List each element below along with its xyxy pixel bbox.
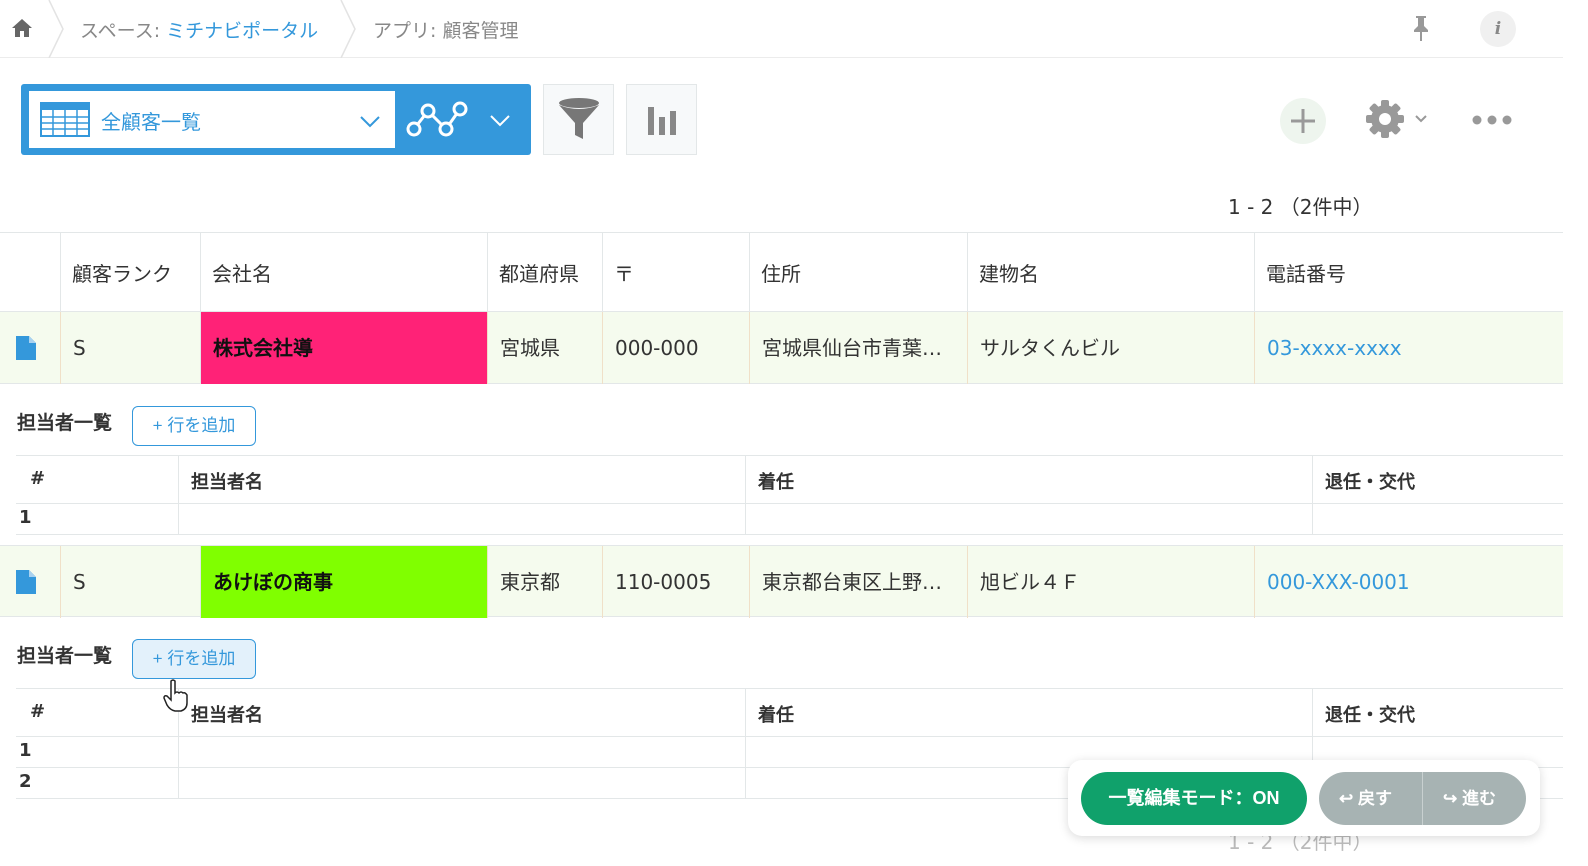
subheader-number: #: [30, 701, 46, 722]
cell-phone[interactable]: 000-XXX-0001: [1254, 546, 1563, 618]
add-row-button[interactable]: + 行を追加: [132, 406, 256, 446]
filter-icon: [559, 98, 599, 139]
document-icon[interactable]: [16, 570, 36, 594]
subheader-start: 着任: [758, 472, 794, 493]
add-row-button[interactable]: + 行を追加: [132, 639, 256, 679]
chevron-down-icon: [360, 116, 380, 128]
gear-icon[interactable]: [1364, 98, 1406, 140]
hand-cursor-icon: [163, 679, 188, 712]
header-address[interactable]: 住所: [761, 258, 801, 287]
cell-rank: S: [60, 546, 200, 618]
header-zip[interactable]: 〒: [614, 258, 634, 287]
breadcrumb-space[interactable]: スペース: ミチナビポータル: [80, 16, 318, 43]
cell-phone[interactable]: 03-xxxx-xxxx: [1254, 312, 1563, 384]
subheader-person: 担当者名: [191, 472, 263, 493]
subtable-row[interactable]: 1: [16, 504, 1563, 535]
subtable: # 担当者名 着任 退任・交代 1: [16, 455, 1563, 535]
chevron-down-icon[interactable]: [489, 114, 511, 128]
cell-address: 東京都台東区上野…: [749, 546, 967, 618]
subtable-title: 担当者一覧: [17, 412, 113, 434]
redo-button[interactable]: ↪ 進む: [1443, 772, 1496, 825]
graph-icon[interactable]: [406, 99, 468, 141]
chevron-down-icon[interactable]: [1414, 114, 1428, 124]
header-building[interactable]: 建物名: [979, 258, 1039, 287]
header-rank[interactable]: 顧客ランク: [72, 258, 172, 287]
breadcrumb-space-link[interactable]: ミチナビポータル: [166, 20, 318, 42]
undo-redo-group: ↩ 戻す ↪ 進む: [1319, 772, 1526, 825]
pager-count: 1 - 2 （2件中）: [1228, 195, 1373, 219]
plus-icon: [1291, 109, 1315, 133]
cell-rank: S: [60, 312, 200, 384]
breadcrumb-app: アプリ: 顧客管理: [373, 20, 519, 42]
filter-button[interactable]: [543, 84, 614, 155]
table-row[interactable]: S 株式会社導 宮城県 000-000 宮城県仙台市青葉… サルタくんビル 03…: [0, 312, 1563, 384]
subheader-person: 担当者名: [191, 705, 263, 726]
cell-zip: 110-0005: [602, 546, 749, 618]
home-icon[interactable]: [10, 16, 34, 40]
cell-company: あけぼの商事: [200, 546, 487, 618]
cell-building: 旭ビル４Ｆ: [967, 546, 1254, 618]
view-dropdown[interactable]: 全顧客一覧: [29, 91, 395, 148]
cell-zip: 000-000: [602, 312, 749, 384]
table-row[interactable]: S あけぼの商事 東京都 110-0005 東京都台東区上野… 旭ビル４Ｆ 00…: [0, 545, 1563, 618]
undo-button[interactable]: ↩ 戻す: [1339, 772, 1392, 825]
view-name: 全顧客一覧: [101, 110, 201, 134]
subtable-header: # 担当者名 着任 退任・交代: [16, 456, 1563, 504]
bar-chart-icon: [648, 107, 676, 135]
add-record-button[interactable]: [1280, 98, 1326, 144]
header-prefecture[interactable]: 都道府県: [499, 258, 579, 287]
chevron-right-icon: [340, 0, 356, 58]
cell-prefecture: 宮城県: [487, 312, 602, 384]
subheader-end: 退任・交代: [1325, 705, 1415, 726]
document-icon[interactable]: [16, 336, 36, 360]
graph-button[interactable]: [626, 84, 697, 155]
cell-address: 宮城県仙台市青葉…: [749, 312, 967, 384]
chevron-right-icon: [48, 0, 64, 58]
header-company[interactable]: 会社名: [212, 258, 272, 287]
row-number: 2: [19, 771, 32, 792]
cell-prefecture: 東京都: [487, 546, 602, 618]
subtable-title: 担当者一覧: [17, 645, 113, 667]
pin-icon[interactable]: [1409, 14, 1433, 42]
row-number: 1: [19, 740, 32, 761]
subheader-end: 退任・交代: [1325, 472, 1415, 493]
more-icon[interactable]: [1472, 114, 1512, 126]
breadcrumb-space-prefix: スペース:: [80, 20, 167, 42]
cell-building: サルタくんビル: [967, 312, 1254, 384]
row-number: 1: [19, 507, 32, 528]
view-selector: 全顧客一覧: [21, 84, 531, 155]
subtable-header: # 担当者名 着任 退任・交代: [16, 689, 1563, 737]
info-icon[interactable]: i: [1480, 11, 1516, 47]
subheader-start: 着任: [758, 705, 794, 726]
header-phone[interactable]: 電話番号: [1266, 258, 1346, 287]
table-header: 顧客ランク 会社名 都道府県 〒 住所 建物名 電話番号: [0, 232, 1563, 312]
subheader-number: #: [30, 468, 46, 489]
edit-mode-toggle[interactable]: 一覧編集モード：ON: [1081, 772, 1307, 825]
breadcrumb: スペース: ミチナビポータル アプリ: 顧客管理 i: [0, 0, 1563, 58]
edit-mode-panel: 一覧編集モード：ON ↩ 戻す ↪ 進む: [1068, 760, 1540, 836]
list-view-icon: [40, 102, 90, 137]
cell-company: 株式会社導: [200, 312, 487, 384]
